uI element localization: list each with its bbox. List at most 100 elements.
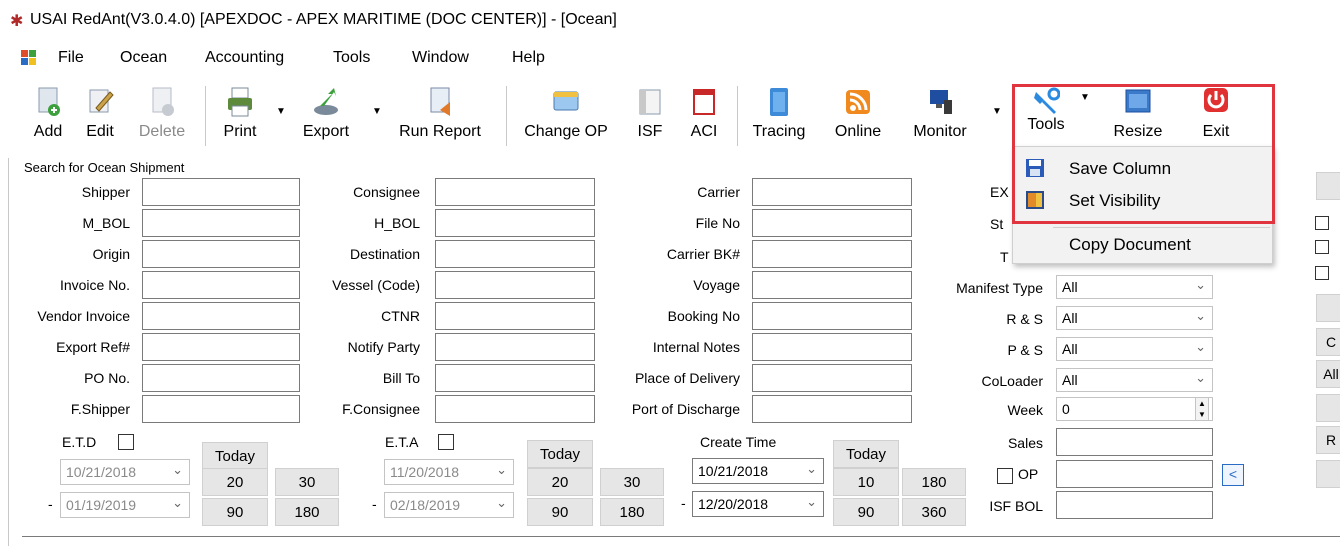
tools-dropdown-caret[interactable]: ▼	[1080, 92, 1090, 103]
create-10-button[interactable]: 10	[833, 468, 899, 496]
export-dropdown-caret[interactable]: ▼	[372, 106, 382, 117]
destination-input[interactable]	[435, 240, 595, 268]
sales-input[interactable]	[1056, 428, 1213, 456]
right-edge-button[interactable]	[1316, 394, 1340, 422]
menu-file[interactable]: File	[58, 49, 84, 67]
right-edge-button[interactable]	[1316, 172, 1340, 200]
etd-180-button[interactable]: 180	[275, 498, 339, 526]
etd-30-button[interactable]: 30	[275, 468, 339, 496]
m-bol-input[interactable]	[142, 209, 300, 237]
consignee-input[interactable]	[435, 178, 595, 206]
etd-90-button[interactable]: 90	[202, 498, 268, 526]
run-report-button[interactable]: Run Report	[388, 78, 492, 154]
etd-20-button[interactable]: 20	[202, 468, 268, 496]
create-to-date[interactable]: 12/20/2018 ⌄	[692, 491, 824, 517]
voyage-input[interactable]	[752, 271, 912, 299]
po-no-input[interactable]	[142, 364, 300, 392]
menu-accounting[interactable]: Accounting	[205, 49, 284, 67]
carrier-bk-input[interactable]	[752, 240, 912, 268]
op-input[interactable]	[1056, 460, 1213, 488]
eta-from-date[interactable]: 11/20/2018 ⌄	[384, 459, 514, 485]
label-vendor-invoice: Vendor Invoice	[37, 308, 130, 324]
tools-button[interactable]: Tools	[1016, 78, 1076, 154]
week-spinner-arrows[interactable]: ▲ ▼	[1195, 397, 1209, 421]
menu-ocean[interactable]: Ocean	[120, 49, 167, 67]
origin-input[interactable]	[142, 240, 300, 268]
ctnr-input[interactable]	[435, 302, 595, 330]
etd-checkbox[interactable]	[118, 434, 134, 450]
monitor-button[interactable]: Monitor	[902, 78, 978, 154]
save-column-menu-item[interactable]: Save Column	[1013, 153, 1272, 185]
right-edge-button-all[interactable]: All	[1316, 360, 1340, 388]
bill-to-input[interactable]	[435, 364, 595, 392]
f-consignee-input[interactable]	[435, 395, 595, 423]
add-button[interactable]: Add	[28, 78, 68, 154]
right-edge-button-r[interactable]: R	[1316, 426, 1340, 454]
create-today-button[interactable]: Today	[833, 440, 899, 468]
copy-document-menu-item[interactable]: Copy Document	[1013, 229, 1272, 261]
etd-from-date[interactable]: 10/21/2018 ⌄	[60, 459, 190, 485]
edit-button[interactable]: Edit	[80, 78, 120, 154]
internal-notes-input[interactable]	[752, 333, 912, 361]
eta-today-button[interactable]: Today	[527, 440, 593, 468]
menu-tools[interactable]: Tools	[333, 49, 370, 67]
eta-90-button[interactable]: 90	[527, 498, 593, 526]
coloader-select[interactable]: All ⌄	[1056, 368, 1213, 392]
manifest-type-select[interactable]: All ⌄	[1056, 275, 1213, 299]
place-of-delivery-input[interactable]	[752, 364, 912, 392]
online-button[interactable]: Online	[828, 78, 888, 154]
change-op-button[interactable]: Change OP	[515, 78, 617, 154]
isf-bol-input[interactable]	[1056, 491, 1213, 519]
isf-button[interactable]: ISF	[635, 78, 665, 154]
toolbar: Add Edit Delete Print ▼ Export ▼ Run Rep…	[0, 78, 1340, 154]
vendor-invoice-input[interactable]	[142, 302, 300, 330]
menu-window[interactable]: Window	[412, 49, 469, 67]
resize-button[interactable]: Resize	[1108, 78, 1168, 154]
tracing-button[interactable]: Tracing	[746, 78, 812, 154]
booking-no-input[interactable]	[752, 302, 912, 330]
op-select-button[interactable]: <	[1222, 464, 1244, 486]
f-shipper-input[interactable]	[142, 395, 300, 423]
menu-help[interactable]: Help	[512, 49, 545, 67]
right-edge-button[interactable]	[1316, 294, 1340, 322]
etd-to-date[interactable]: 01/19/2019 ⌄	[60, 492, 190, 518]
etd-today-button[interactable]: Today	[202, 442, 268, 470]
op-checkbox[interactable]	[997, 468, 1013, 484]
create-90-button[interactable]: 90	[833, 498, 899, 526]
week-spinner[interactable]: 0	[1056, 397, 1213, 421]
right-edge-button[interactable]	[1316, 460, 1340, 488]
eta-checkbox[interactable]	[438, 434, 454, 450]
h-bol-input[interactable]	[435, 209, 595, 237]
eta-30-button[interactable]: 30	[600, 468, 664, 496]
eta-20-button[interactable]: 20	[527, 468, 593, 496]
delete-button[interactable]: Delete	[134, 78, 190, 154]
set-visibility-menu-item[interactable]: Set Visibility	[1013, 185, 1272, 217]
port-of-discharge-input[interactable]	[752, 395, 912, 423]
label-voyage: Voyage	[693, 277, 740, 293]
exit-button[interactable]: Exit	[1193, 78, 1239, 154]
export-button[interactable]: Export	[296, 78, 356, 154]
notify-party-input[interactable]	[435, 333, 595, 361]
export-ref-input[interactable]	[142, 333, 300, 361]
vessel-code-input[interactable]	[435, 271, 595, 299]
create-from-date[interactable]: 10/21/2018 ⌄	[692, 458, 824, 484]
monitor-dropdown-caret[interactable]: ▼	[992, 106, 1002, 117]
create-360-button[interactable]: 360	[902, 498, 966, 526]
right-edge-checkbox[interactable]	[1315, 266, 1329, 280]
print-button[interactable]: Print	[218, 78, 262, 154]
aci-button[interactable]: ACI	[686, 78, 722, 154]
right-edge-button-c[interactable]: C	[1316, 328, 1340, 356]
file-no-input[interactable]	[752, 209, 912, 237]
print-dropdown-caret[interactable]: ▼	[276, 106, 286, 117]
shipper-input[interactable]	[142, 178, 300, 206]
eta-180-button[interactable]: 180	[600, 498, 664, 526]
p-s-select[interactable]: All ⌄	[1056, 337, 1213, 361]
right-edge-checkbox[interactable]	[1315, 216, 1329, 230]
create-180-button[interactable]: 180	[902, 468, 966, 496]
app-menu-icon[interactable]	[21, 50, 37, 66]
eta-to-date[interactable]: 02/18/2019 ⌄	[384, 492, 514, 518]
r-s-select[interactable]: All ⌄	[1056, 306, 1213, 330]
invoice-no-input[interactable]	[142, 271, 300, 299]
carrier-input[interactable]	[752, 178, 912, 206]
right-edge-checkbox[interactable]	[1315, 240, 1329, 254]
